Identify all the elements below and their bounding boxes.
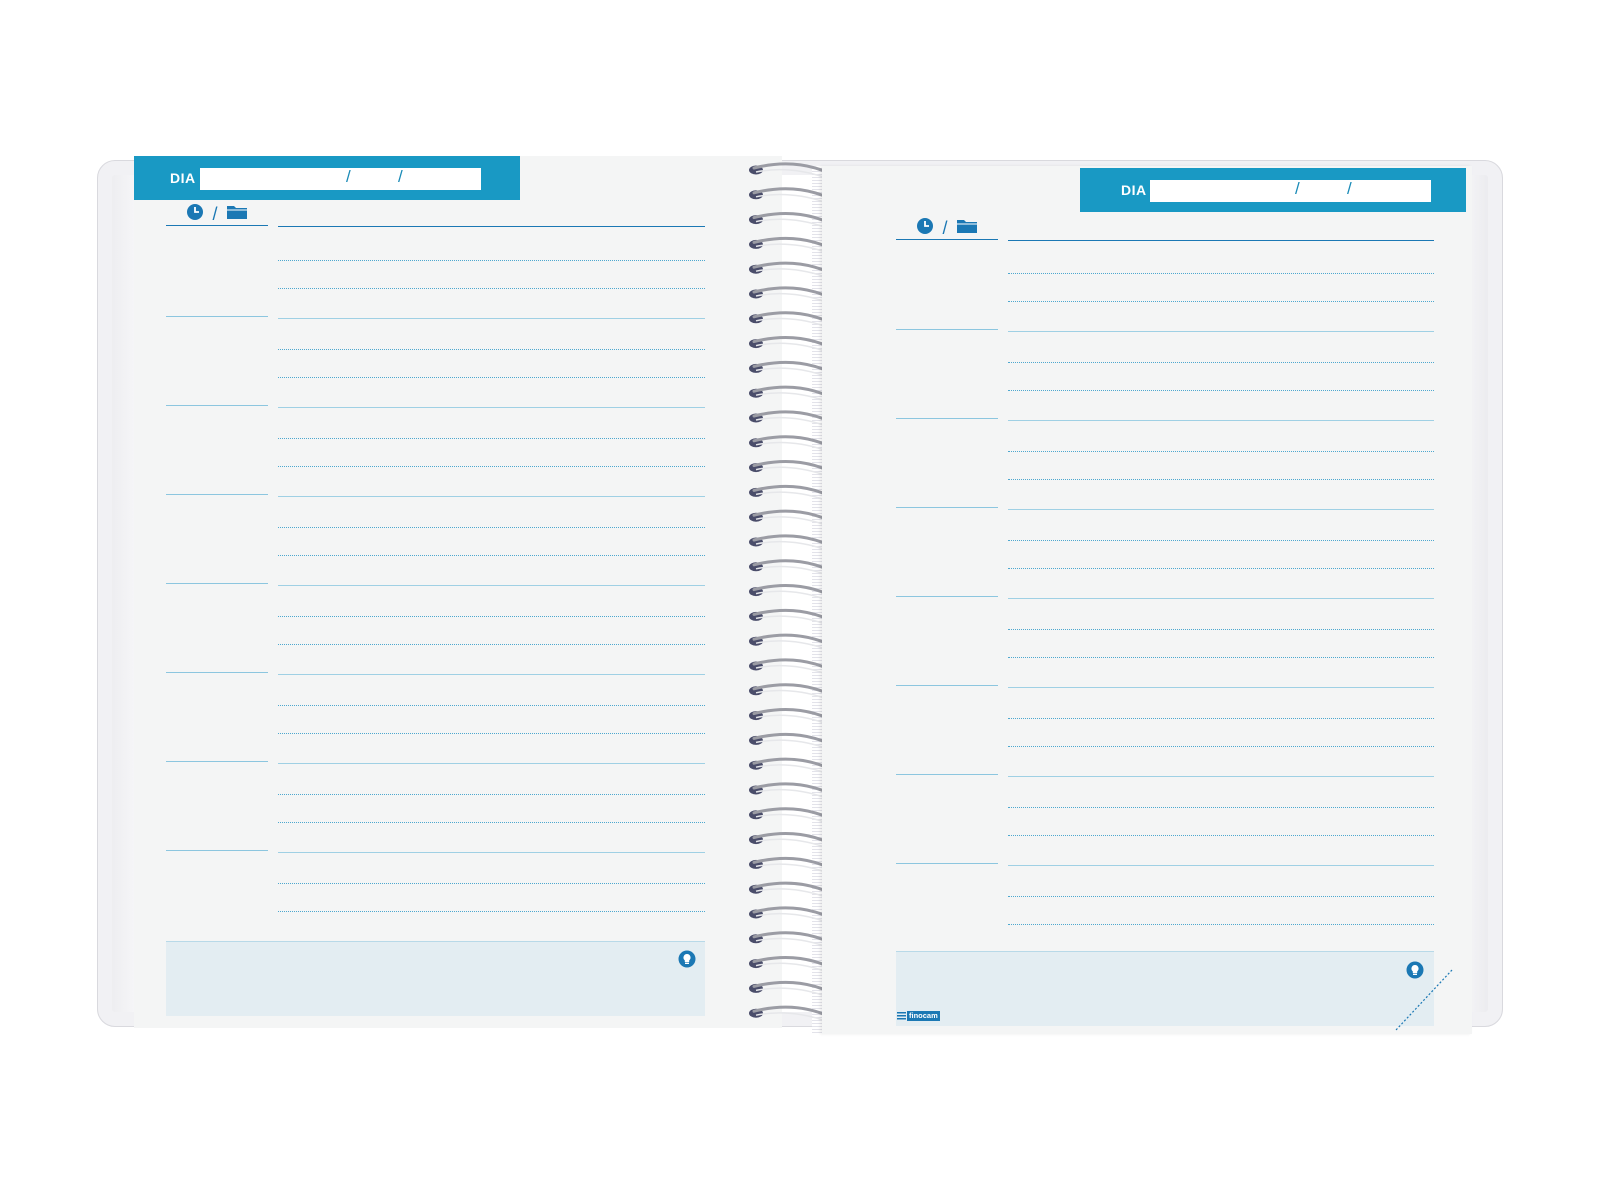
left-writing-line-18[interactable] [278,763,705,764]
clock-icon [186,203,204,225]
left-writing-line-13[interactable] [278,616,705,617]
brand-lines-icon [897,1011,906,1021]
right-date-slash-2: / [1347,179,1352,198]
right-writing-line-9[interactable] [1008,509,1434,510]
right-writing-line-21[interactable] [1008,865,1434,866]
left-writing-line-5[interactable] [278,377,705,378]
right-writing-line-16[interactable] [1008,718,1434,719]
right-writing-line-8[interactable] [1008,479,1434,480]
left-time-slot-line-2 [166,405,268,406]
left-writing-line-17[interactable] [278,733,705,734]
folder-icon [956,218,978,238]
right-notes-box[interactable] [896,951,1434,1026]
left-writing-line-20[interactable] [278,822,705,823]
left-time-subject-header: / [166,203,268,226]
left-dia-label: DIA [170,170,196,186]
right-time-slot-line-1 [896,329,998,330]
right-content-header-line [1008,240,1434,241]
right-time-slot-line-2 [896,418,998,419]
right-time-slot-line-7 [896,863,998,864]
right-writing-line-7[interactable] [1008,451,1434,452]
left-date-slash-1: / [346,167,351,186]
right-writing-line-15[interactable] [1008,687,1434,688]
left-writing-line-11[interactable] [278,555,705,556]
right-page [822,166,1472,1034]
right-writing-line-17[interactable] [1008,746,1434,747]
left-writing-line-7[interactable] [278,438,705,439]
folder-icon [226,204,248,224]
right-writing-line-20[interactable] [1008,835,1434,836]
left-writing-line-16[interactable] [278,705,705,706]
left-time-slot-line-7 [166,850,268,851]
left-header-slash: / [212,203,218,224]
right-writing-line-4[interactable] [1008,362,1434,363]
left-writing-line-22[interactable] [278,883,705,884]
left-writing-line-8[interactable] [278,466,705,467]
brand-name: finocam [907,1011,940,1021]
left-writing-line-12[interactable] [278,585,705,586]
right-writing-line-19[interactable] [1008,807,1434,808]
left-writing-line-2[interactable] [278,288,705,289]
left-notes-box[interactable] [166,941,705,1016]
right-writing-line-14[interactable] [1008,657,1434,658]
right-time-slot-line-4 [896,596,998,597]
right-dia-label: DIA [1121,182,1147,198]
brand-logo: finocam [897,1011,940,1021]
right-writing-line-12[interactable] [1008,598,1434,599]
right-time-slot-line-3 [896,507,998,508]
right-time-slot-line-6 [896,774,998,775]
left-writing-line-4[interactable] [278,349,705,350]
right-writing-line-18[interactable] [1008,776,1434,777]
right-writing-line-1[interactable] [1008,273,1434,274]
left-time-slot-line-6 [166,761,268,762]
left-date-bar: DIA / / [134,156,520,200]
left-writing-line-9[interactable] [278,496,705,497]
right-writing-line-11[interactable] [1008,568,1434,569]
left-writing-line-3[interactable] [278,318,705,319]
left-date-field[interactable] [200,168,481,190]
left-writing-line-14[interactable] [278,644,705,645]
left-writing-line-1[interactable] [278,260,705,261]
right-writing-line-22[interactable] [1008,896,1434,897]
left-date-slash-2: / [398,167,403,186]
lightbulb-icon [678,950,696,968]
left-writing-line-15[interactable] [278,674,705,675]
right-writing-line-5[interactable] [1008,390,1434,391]
right-writing-line-23[interactable] [1008,924,1434,925]
right-writing-line-13[interactable] [1008,629,1434,630]
right-date-field[interactable] [1150,180,1431,202]
right-writing-line-10[interactable] [1008,540,1434,541]
left-time-slot-line-4 [166,583,268,584]
left-page [134,156,782,1028]
right-header-slash: / [942,217,948,238]
right-time-slot-line-5 [896,685,998,686]
left-writing-line-21[interactable] [278,852,705,853]
left-writing-line-23[interactable] [278,911,705,912]
right-time-subject-header: / [896,217,998,240]
right-writing-line-2[interactable] [1008,301,1434,302]
page-corner-tear-line [1395,969,1453,1031]
left-time-slot-line-3 [166,494,268,495]
right-date-slash-1: / [1295,179,1300,198]
left-content-header-line [278,226,705,227]
right-writing-line-3[interactable] [1008,331,1434,332]
left-writing-line-6[interactable] [278,407,705,408]
left-writing-line-10[interactable] [278,527,705,528]
left-writing-line-19[interactable] [278,794,705,795]
clock-icon [916,217,934,239]
right-date-bar: DIA / / [1080,168,1466,212]
left-time-slot-line-1 [166,316,268,317]
right-writing-line-6[interactable] [1008,420,1434,421]
left-time-slot-line-5 [166,672,268,673]
